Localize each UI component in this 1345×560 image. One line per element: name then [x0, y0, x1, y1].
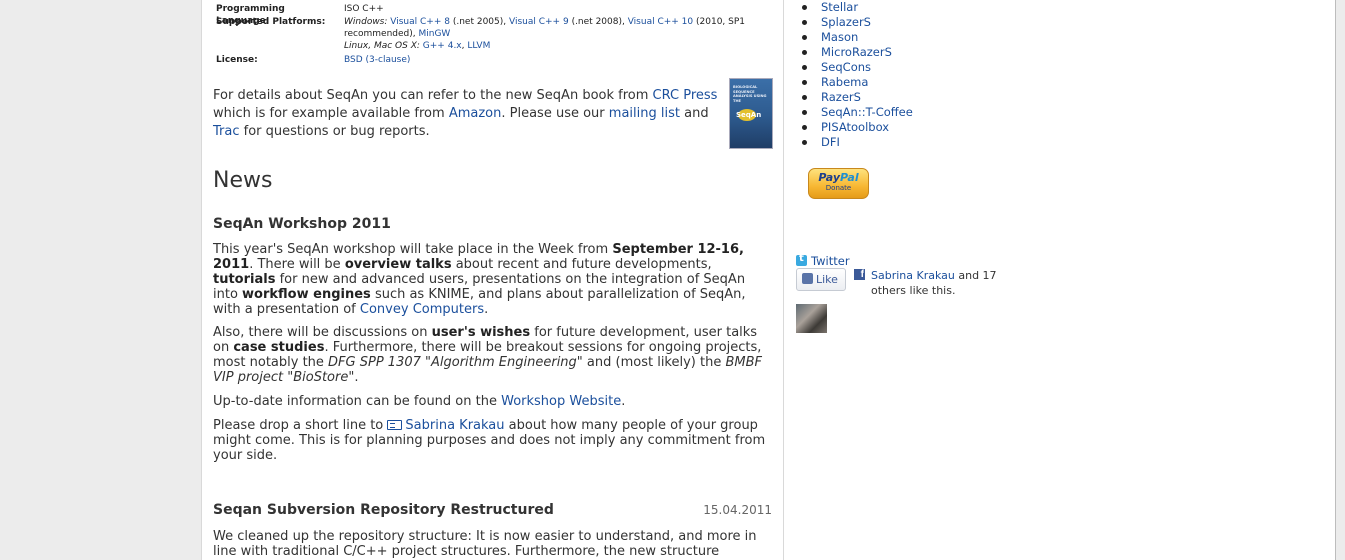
text: . Please use our [501, 106, 605, 121]
avatar[interactable] [796, 304, 827, 333]
main-column: Programming Language: ISO C++ Supported … [202, 0, 784, 560]
like-label: Like [816, 273, 838, 286]
emphasis: DFG SPP 1307 "Algorithm Engineering" [328, 355, 583, 370]
list-item[interactable]: MicroRazerS [793, 45, 913, 60]
post-paragraph: Please drop a short line to Sabrina Krak… [213, 418, 773, 463]
book-cover-image[interactable]: BIOLOGICAL SEQUENCE ANALYSIS USING THE S… [729, 78, 773, 149]
text: and [684, 106, 709, 121]
link-mingw[interactable]: MinGW [418, 29, 450, 39]
twitter-link[interactable]: Twitter [796, 253, 850, 268]
text: For details about SeqAn you can refer to… [213, 88, 649, 103]
browser-viewport: Programming Language: ISO C++ Supported … [0, 0, 1345, 560]
note: (.net 2005), [452, 17, 507, 27]
list-item[interactable]: SeqCons [793, 60, 913, 75]
page-content: Programming Language: ISO C++ Supported … [201, 0, 1336, 560]
text: Also, there will be discussions on [213, 325, 428, 340]
list-item[interactable]: Rabema [793, 75, 913, 90]
paypal-logo-a: Pay [818, 171, 841, 184]
paypal-donate-button[interactable]: PayPal Donate [808, 168, 869, 199]
list-item[interactable]: PISAtoolbox [793, 120, 913, 135]
link-sabrina-krakau[interactable]: Sabrina Krakau [405, 418, 504, 433]
link-visual-cpp-10[interactable]: Visual C++ 10 [628, 17, 693, 27]
link-gpp[interactable]: G++ 4.x [423, 41, 462, 51]
info-key: Supported Platforms: [216, 17, 326, 27]
link-crc-press[interactable]: CRC Press [653, 88, 718, 103]
platforms-value: Windows: Visual C++ 8 (.net 2005), Visua… [344, 16, 759, 52]
emphasis: workflow engines [242, 287, 371, 302]
list-item[interactable]: Stellar [793, 0, 913, 15]
list-item[interactable]: SplazerS [793, 15, 913, 30]
post-paragraph: Up-to-date information can be found on t… [213, 394, 773, 409]
post-title[interactable]: SeqAn Workshop 2011 [213, 216, 391, 232]
windows-label: Windows: [344, 17, 388, 27]
text: . [621, 394, 626, 409]
link-amazon[interactable]: Amazon [449, 106, 502, 121]
facebook-like-button[interactable]: Like [796, 268, 846, 291]
text: Up-to-date information can be found on t… [213, 394, 497, 409]
text: . [484, 302, 489, 317]
emphasis: tutorials [213, 272, 276, 287]
note: (.net 2008), [571, 17, 625, 27]
list-item[interactable]: DFI [793, 135, 913, 150]
book-paragraph: For details about SeqAn you can refer to… [213, 87, 718, 141]
post-paragraph: We cleaned up the repository structure: … [213, 529, 757, 559]
news-heading: News [213, 168, 273, 193]
post-title[interactable]: Seqan Subversion Repository Restructured [213, 502, 554, 518]
list-item[interactable]: Mason [793, 30, 913, 45]
text: . [354, 370, 359, 385]
emphasis: overview talks [344, 257, 452, 272]
sidebar: Stellar SplazerS Mason MicroRazerS SeqCo… [784, 0, 1336, 560]
text: This year's SeqAn workshop will take pla… [213, 242, 609, 257]
link-visual-cpp-8[interactable]: Visual C++ 8 [390, 17, 450, 27]
cover-title: BIOLOGICAL SEQUENCE ANALYSIS USING THE [733, 85, 767, 103]
emphasis: user's wishes [431, 325, 531, 340]
twitter-label: Twitter [811, 254, 850, 268]
note: (2010, SP1 [696, 17, 746, 27]
facebook-icon: f [854, 269, 865, 280]
window-edge [1335, 0, 1345, 560]
link-trac[interactable]: Trac [213, 124, 240, 139]
link-mailing-list[interactable]: mailing list [609, 106, 680, 121]
post-paragraph: Also, there will be discussions on user'… [213, 325, 773, 385]
mail-icon[interactable] [387, 420, 403, 430]
text: . There will be [249, 257, 341, 272]
license-link[interactable]: BSD (3-clause) [344, 54, 759, 66]
donate-label: Donate [825, 184, 852, 192]
note: recommended), [344, 29, 416, 39]
link-visual-cpp-9[interactable]: Visual C++ 9 [509, 17, 569, 27]
twitter-icon [796, 253, 807, 266]
list-item[interactable]: SeqAn::T-Coffee [793, 105, 913, 120]
thumbs-up-icon [802, 273, 813, 284]
link-workshop-website[interactable]: Workshop Website [501, 394, 621, 409]
link-convey-computers[interactable]: Convey Computers [360, 302, 484, 317]
text: and (most likely) the [586, 355, 722, 370]
separator: , [461, 41, 465, 51]
tools-list: Stellar SplazerS Mason MicroRazerS SeqCo… [793, 0, 913, 150]
list-item[interactable]: RazerS [793, 90, 913, 105]
info-key: License: [216, 55, 258, 65]
info-value: ISO C++ [344, 4, 384, 14]
text: for questions or bug reports. [243, 124, 430, 139]
link-llvm[interactable]: LLVM [467, 41, 490, 51]
paypal-logo: PayPal [809, 171, 868, 184]
emphasis: case studies [233, 340, 325, 355]
text: Please drop a short line to [213, 418, 384, 433]
paypal-logo-b: Pal [840, 171, 859, 184]
facebook-like-count: Sabrina Krakau and 17 others like this. [871, 268, 1001, 298]
post-date: 15.04.2011 [703, 503, 772, 517]
post-paragraph: This year's SeqAn workshop will take pla… [213, 242, 773, 317]
link-fb-person[interactable]: Sabrina Krakau [871, 269, 955, 282]
text: about recent and future developments, [455, 257, 712, 272]
cover-brand: SeqAn [736, 111, 762, 119]
text: which is for example available from [213, 106, 445, 121]
unix-label: Linux, Mac OS X: [344, 41, 420, 51]
